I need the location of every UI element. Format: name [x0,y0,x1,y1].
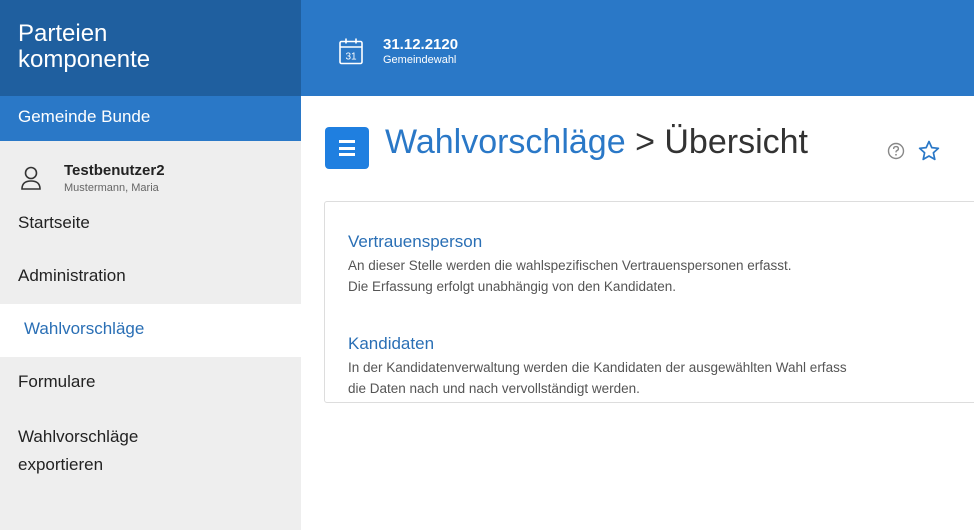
sidebar: Parteien komponente Gemeinde Bunde Testb… [0,0,301,530]
nav-item-wahlvorschlaege-exportieren[interactable]: Wahlvorschläge exportieren [0,410,301,486]
kandidaten-description-line-2: die Daten nach und nach vervollständigt … [348,381,640,396]
menu-button[interactable] [325,127,369,169]
star-icon[interactable] [917,139,941,163]
title-page: > Übersicht [625,123,808,161]
page-title: Wahlvorschläge > Übersicht [385,123,808,162]
app-brand[interactable]: Parteien komponente [0,0,301,96]
brand-line-2: komponente [18,46,151,73]
calendar-icon: 31 [339,38,363,65]
username: Testbenutzer2 [64,162,165,179]
calendar-day: 31 [345,52,357,63]
vertrauensperson-description-line-2: Die Erfassung erfolgt unabhängig von den… [348,279,676,294]
nav-item-formulare[interactable]: Formulare [0,357,301,410]
vertrauensperson-link[interactable]: Vertrauensperson [348,232,482,252]
user-info[interactable]: Testbenutzer2 Mustermann, Maria [0,141,301,198]
user-full-name: Mustermann, Maria [64,182,159,194]
kandidaten-link[interactable]: Kandidaten [348,334,434,354]
menu-icon [339,140,355,143]
nav-item-administration[interactable]: Administration [0,251,301,304]
user-icon [21,166,41,190]
title-section[interactable]: Wahlvorschläge [385,123,626,161]
top-bar: 31 31.12.2120 Gemeindewahl [301,0,974,96]
kandidaten-description-line-1: In der Kandidatenverwaltung werden die K… [348,360,847,375]
election-name: Gemeindewahl [383,54,457,66]
municipality-label: Gemeinde Bunde [0,96,301,141]
nav-item-startseite[interactable]: Startseite [0,198,301,251]
nav-item-wahlvorschlaege[interactable]: Wahlvorschläge [0,304,301,357]
brand-line-1: Parteien [18,20,108,47]
vertrauensperson-description-line-1: An dieser Stelle werden die wahlspezifis… [348,258,792,273]
election-date: 31.12.2120 [383,36,459,53]
help-icon[interactable] [887,142,905,160]
overview-card: Vertrauensperson An dieser Stelle werden… [324,201,974,403]
